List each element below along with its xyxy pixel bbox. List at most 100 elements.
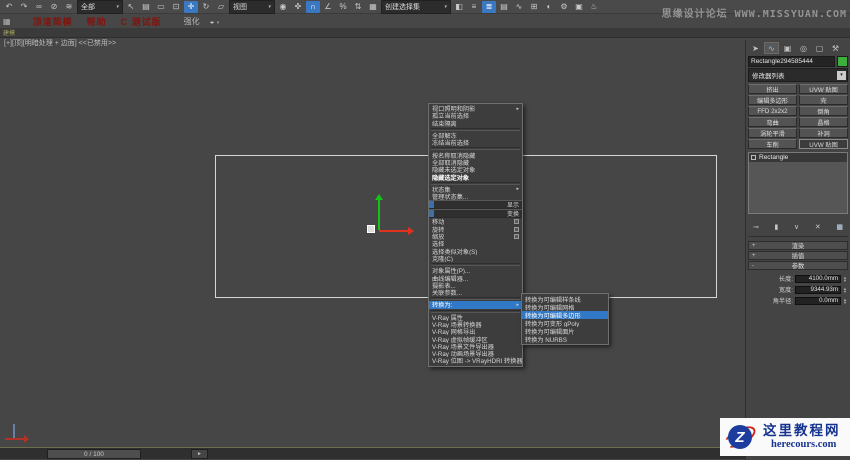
rect-region-icon[interactable]: ▭ ▾ [154, 1, 168, 13]
context-menu-item[interactable]: V-Ray 位图 -> VRayHDRI 转换器 ▸ [429, 357, 522, 364]
viewport-label[interactable]: [+][顶][明暗处理 + 边面] <<已禁用>> [4, 38, 116, 48]
align-icon[interactable]: ≡ ▾ [467, 1, 481, 13]
modifier-button[interactable]: 挤出 [748, 84, 797, 94]
hierarchy-tab-icon[interactable]: ▣ [780, 42, 795, 54]
context-menu-item[interactable]: V-Ray 场景文件导出器 ▸ [429, 343, 522, 350]
context-menu-item[interactable]: V-Ray 场景转换器 ▸ [429, 321, 522, 328]
bind-spacewarp-icon[interactable]: ≋ ▾ [62, 1, 76, 13]
select-link-icon[interactable]: ∞ ▾ [32, 1, 46, 13]
modify-tab-icon[interactable]: ∿ [764, 42, 779, 54]
time-slider-handle[interactable]: 0 / 100 [47, 449, 141, 459]
modifier-button[interactable]: 倒角 [799, 106, 848, 116]
curve-editor-icon[interactable]: ∿ ▾ [512, 1, 526, 13]
context-menu-item[interactable]: V-Ray 属性 ▸ [429, 314, 522, 321]
modifier-stack-list[interactable]: Rectangle [748, 152, 848, 214]
selection-filter-dropdown[interactable]: 全部 ▾ [77, 0, 123, 14]
snap-toggle-icon[interactable]: ∩ ▾ [306, 0, 320, 13]
ribbon-toggle-icon[interactable]: ▤ ▾ [497, 1, 511, 13]
context-menu-item[interactable]: V-Ray 动画场景导出器 ▸ [429, 350, 522, 357]
ref-coord-dropdown[interactable]: 视图 ▾ [229, 0, 275, 14]
submenu-item[interactable]: 转换为可变形 gPoly [522, 319, 608, 328]
context-menu-item[interactable]: 隐藏未选定对象 ▸ [429, 166, 522, 173]
context-menu-item[interactable]: 克隆(C) ▸ [429, 255, 522, 262]
context-menu-item[interactable]: 结束隔离 ▸ [429, 120, 522, 127]
unlink-icon[interactable]: ⊘ ▾ [47, 1, 61, 13]
submenu-item[interactable]: 转换为可编辑网格 [522, 303, 608, 312]
configure-modifier-sets-icon[interactable]: ▦ [836, 223, 843, 231]
create-tab-icon[interactable]: ➤ [748, 42, 763, 54]
context-menu-item[interactable]: 显示 ▸ [429, 200, 522, 210]
undo-icon[interactable]: ↶ ▾ [2, 1, 16, 13]
redo-icon[interactable]: ↷ ▾ [17, 1, 31, 13]
rollout-header[interactable]: + 渲染 [748, 241, 848, 250]
context-menu-item[interactable]: 对象属性(P)... ▸ [429, 267, 522, 274]
modifier-button[interactable]: FFD 2x2x2 [748, 106, 797, 116]
select-scale-icon[interactable]: ▱ ▾ [214, 1, 228, 13]
parameter-field[interactable]: 0.0mm [795, 296, 842, 305]
motion-tab-icon[interactable]: ◎ [796, 42, 811, 54]
submenu-item[interactable]: 转换为可编辑多边形 [522, 311, 608, 319]
select-rotate-icon[interactable]: ↻ ▾ [199, 1, 213, 13]
modifier-button[interactable]: UVW 贴图 [799, 84, 848, 94]
render-icon[interactable]: ♨ ▾ [587, 1, 601, 13]
angle-snap-icon[interactable]: ∠ ▾ [321, 1, 335, 13]
submenu-item[interactable]: 转换为可编辑面片 [522, 327, 608, 336]
make-unique-icon[interactable]: ∨ [794, 223, 799, 231]
context-menu-item[interactable]: 视口照明和阴影 ▸ [429, 105, 522, 113]
context-menu-item[interactable]: 旋转 ▸ [429, 226, 522, 233]
modifier-button[interactable]: UVW 贴图 [799, 139, 848, 149]
select-move-icon[interactable]: ✛ ▾ [184, 0, 198, 13]
context-menu-item[interactable]: ▸ [431, 127, 520, 131]
settings-box-icon[interactable] [514, 234, 519, 239]
material-editor-icon[interactable]: ◐ ▾ [542, 1, 556, 13]
gizmo-y-axis[interactable] [378, 199, 380, 230]
render-setup-icon[interactable]: ⚙ ▾ [557, 1, 571, 13]
modifier-button[interactable]: 编辑多边形 [748, 95, 797, 105]
gizmo-x-axis[interactable] [379, 230, 409, 232]
edit-named-sets-icon[interactable]: ▦ ▾ [366, 1, 380, 13]
mirror-icon[interactable]: ◧ ▾ [452, 1, 466, 13]
schematic-view-icon[interactable]: ⊞ ▾ [527, 1, 541, 13]
context-menu-item[interactable]: 隐藏选定对象 ▸ [429, 173, 522, 181]
modifier-button[interactable]: 晶格 [799, 117, 848, 127]
context-menu-item[interactable]: V-Ray 网格导出 ▸ [429, 328, 522, 335]
select-object-icon[interactable]: ↖ ▾ [124, 1, 138, 13]
window-crossing-icon[interactable]: ⊡ ▾ [169, 1, 183, 13]
percent-snap-icon[interactable]: % ▾ [336, 1, 350, 13]
modifier-button[interactable]: 弯曲 [748, 117, 797, 127]
context-menu-item[interactable]: 状态集 ▸ [429, 186, 522, 193]
time-slider[interactable]: 0 / 100 ► [0, 447, 746, 459]
modifier-button[interactable]: 壳 [799, 95, 848, 105]
next-frame-button[interactable]: ► [191, 449, 208, 459]
context-menu-item[interactable]: 按名称取消隐藏 ▸ [429, 151, 522, 159]
toggle-icon[interactable]: ◒ ▾ [210, 17, 220, 26]
context-menu-item[interactable]: 缩放 ▸ [429, 233, 522, 240]
spinner-control[interactable]: ▲ ▼ [843, 297, 847, 304]
context-menu-item[interactable]: ▸ [431, 181, 520, 185]
rollout-header[interactable]: - 参数 [748, 261, 848, 270]
context-menu-item[interactable]: ▸ [431, 309, 520, 313]
settings-box-icon[interactable] [514, 219, 519, 225]
spinner-control[interactable]: ▲ ▼ [843, 286, 847, 293]
select-manipulate-icon[interactable]: ✜ ▾ [291, 1, 305, 13]
context-menu-item[interactable]: 转换为: ▸ [429, 301, 522, 309]
display-tab-icon[interactable]: ▢ [812, 42, 827, 54]
context-menu-item[interactable]: ▸ [431, 297, 520, 301]
ribbon-tab-modeling[interactable]: 建模 [3, 28, 15, 37]
context-menu-item[interactable]: 全部取消隐藏 ▸ [429, 159, 522, 166]
enhance-label[interactable]: 强化 [184, 16, 200, 27]
rollout-header[interactable]: + 插值 [748, 251, 848, 260]
utilities-tab-icon[interactable]: ⚒ [828, 42, 843, 54]
context-menu-item[interactable]: 孤立当前选择 ▸ [429, 112, 522, 119]
plugin-menu-item[interactable]: C 测试版 [121, 15, 162, 28]
context-menu-item[interactable]: 全部解冻 ▸ [429, 132, 522, 139]
modifier-button[interactable]: 车削 [748, 139, 797, 149]
show-end-result-icon[interactable]: ▮ [775, 223, 779, 231]
context-menu-item[interactable]: 选择类似对象(S) ▸ [429, 247, 522, 255]
context-menu-item[interactable]: 选择 ▸ [429, 240, 522, 247]
named-sets-dropdown[interactable]: 创建选择集 ▾ [381, 0, 451, 14]
pin-stack-icon[interactable]: ⊸ [753, 223, 759, 231]
context-menu-item[interactable]: 移动 ▸ [429, 218, 522, 226]
object-name-field[interactable]: Rectangle294585444 [748, 56, 835, 67]
modifier-list-dropdown[interactable]: 修改器列表 ▾ [748, 68, 848, 82]
